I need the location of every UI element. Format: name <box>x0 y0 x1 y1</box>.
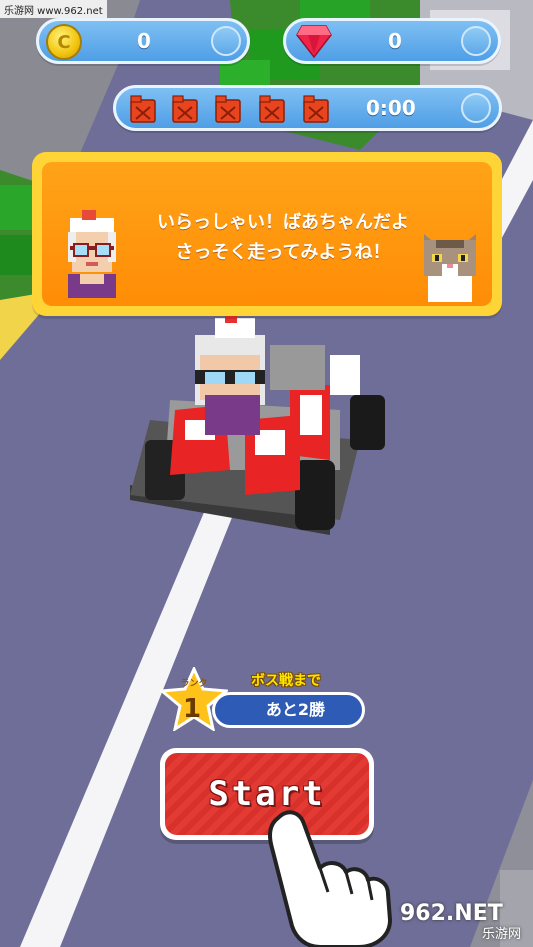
fuel-add-button[interactable] <box>461 93 491 123</box>
rank-value: 1 <box>183 694 201 724</box>
watermark-top: 乐游网 www.962.net <box>0 0 107 18</box>
cat-portrait-icon <box>424 234 476 302</box>
coin-counter: C 0 <box>36 18 250 64</box>
boss-remaining: あと2勝 <box>212 692 365 728</box>
gem-value: 0 <box>388 29 402 53</box>
dialog-line-1: いらっしゃい！ばあちゃんだよ <box>157 212 409 233</box>
gem-add-button[interactable] <box>461 26 491 56</box>
grandma-portrait-icon <box>68 210 116 298</box>
boss-label: ボス戦まで <box>251 673 321 689</box>
fuel-can-icon <box>172 95 198 123</box>
tutorial-dialog[interactable]: いらっしゃい！ばあちゃんだよ さっそく走ってみようね！ <box>32 152 502 316</box>
gem-icon <box>296 25 332 58</box>
watermark-bottom: 962.NET 乐游网 <box>400 901 525 942</box>
timer-value: 0:00 <box>366 96 416 120</box>
gem-counter: 0 <box>283 18 501 64</box>
coin-add-button[interactable] <box>211 26 241 56</box>
rank-label: ランク <box>180 678 207 689</box>
fuel-can-icon <box>215 95 241 123</box>
fuel-bar: 0:00 <box>113 85 502 131</box>
watermark-sub: 乐游网 <box>481 927 521 942</box>
coin-value: 0 <box>137 29 151 53</box>
pointing-hand-icon <box>268 810 392 947</box>
fuel-can-icon <box>303 95 329 123</box>
dialog-line-2: さっそく走ってみようね！ <box>175 242 391 263</box>
fuel-can-icon <box>130 95 156 123</box>
fuel-can-icon <box>259 95 285 123</box>
coin-icon: C <box>46 24 82 60</box>
dialog-message: いらっしゃい！ばあちゃんだよ さっそく走ってみようね！ <box>138 208 428 268</box>
